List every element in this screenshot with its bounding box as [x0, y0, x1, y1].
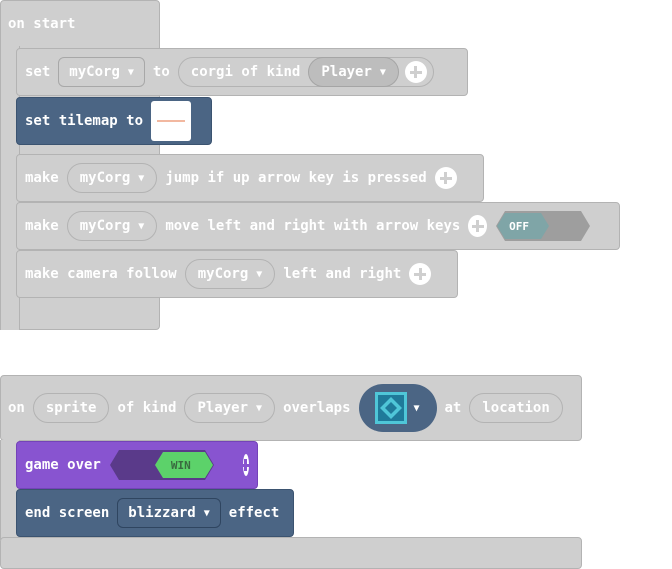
- location-variable-pill[interactable]: location: [469, 393, 563, 423]
- chevron-down-icon: ▼: [256, 402, 263, 414]
- jump-text: jump if up arrow key is pressed: [165, 170, 427, 186]
- tile-image-picker[interactable]: ▼: [358, 384, 437, 432]
- add-parameter-plus-icon[interactable]: [404, 61, 427, 83]
- camera-row[interactable]: make camera follow myCorg ▼ left and rig…: [16, 250, 458, 298]
- chevron-down-icon: ▼: [256, 268, 263, 280]
- off-toggle[interactable]: OFF: [495, 211, 611, 241]
- tilemap-thumbnail[interactable]: [151, 101, 192, 141]
- game-over-row[interactable]: game over WIN: [16, 441, 258, 489]
- toggle-hexagon-icon: [109, 450, 214, 480]
- set-tilemap-row[interactable]: set tilemap to: [16, 97, 212, 145]
- effect-label: effect: [228, 505, 280, 521]
- kind-dropdown[interactable]: Player ▼: [184, 393, 276, 423]
- move-text: move left and right with arrow keys: [165, 218, 461, 234]
- end-screen-row[interactable]: end screen blizzard ▼ effect: [16, 489, 294, 537]
- add-parameter-plus-icon[interactable]: [409, 263, 432, 285]
- on-label: on: [8, 400, 25, 416]
- variable-pill[interactable]: myCorg ▼: [184, 259, 276, 289]
- chevron-down-icon: ▼: [379, 66, 386, 78]
- overlap-header[interactable]: on sprite of kind Player ▼ overlaps ▼ at…: [0, 384, 571, 432]
- make-label: make: [25, 170, 59, 186]
- at-label: at: [444, 400, 462, 416]
- chevron-down-icon: ▼: [413, 402, 420, 414]
- set-label: set: [25, 64, 51, 80]
- effect-dropdown[interactable]: blizzard ▼: [117, 498, 221, 528]
- game-over-label: game over: [25, 457, 101, 473]
- sprite-of-kind-reporter[interactable]: corgi of kind Player ▼: [177, 57, 434, 87]
- end-screen-label: end screen: [25, 505, 110, 521]
- chevron-down-icon: ▼: [203, 507, 210, 519]
- kind-dropdown[interactable]: Player ▼: [308, 57, 399, 87]
- to-label: to: [152, 64, 170, 80]
- tilemap-preview-line: [157, 120, 186, 122]
- camera-label: make camera follow: [25, 266, 177, 282]
- variable-dropdown[interactable]: myCorg ▼: [58, 57, 145, 87]
- off-label: OFF: [509, 219, 529, 233]
- overlap-block-footer: [0, 537, 582, 569]
- camera-text: left and right: [283, 266, 402, 282]
- add-parameter-plus-icon[interactable]: [468, 215, 488, 237]
- make-label: make: [25, 218, 59, 234]
- win-toggle[interactable]: WIN: [109, 450, 235, 480]
- chevron-down-icon: ▼: [138, 220, 145, 232]
- chevron-down-icon: ▼: [127, 66, 134, 78]
- on-start-label: on start: [8, 16, 76, 32]
- of-kind-label: of kind: [117, 400, 177, 416]
- win-label: WIN: [170, 458, 191, 472]
- overlaps-label: overlaps: [283, 400, 351, 416]
- add-parameter-plus-icon[interactable]: [239, 454, 253, 476]
- move-row[interactable]: make myCorg ▼ move left and right with a…: [16, 202, 620, 250]
- add-parameter-plus-icon[interactable]: [434, 167, 457, 189]
- jump-row[interactable]: make myCorg ▼ jump if up arrow key is pr…: [16, 154, 484, 202]
- set-tilemap-label: set tilemap to: [25, 113, 144, 129]
- on-start-header[interactable]: on start: [0, 0, 75, 48]
- chevron-down-icon: ▼: [138, 172, 145, 184]
- variable-pill[interactable]: myCorg ▼: [66, 211, 158, 241]
- ice-tile-icon: [375, 392, 408, 424]
- set-variable-row[interactable]: set myCorg ▼ to corgi of kind Player ▼: [16, 48, 468, 96]
- sprite-variable-pill[interactable]: sprite: [32, 393, 110, 423]
- variable-pill[interactable]: myCorg ▼: [66, 163, 158, 193]
